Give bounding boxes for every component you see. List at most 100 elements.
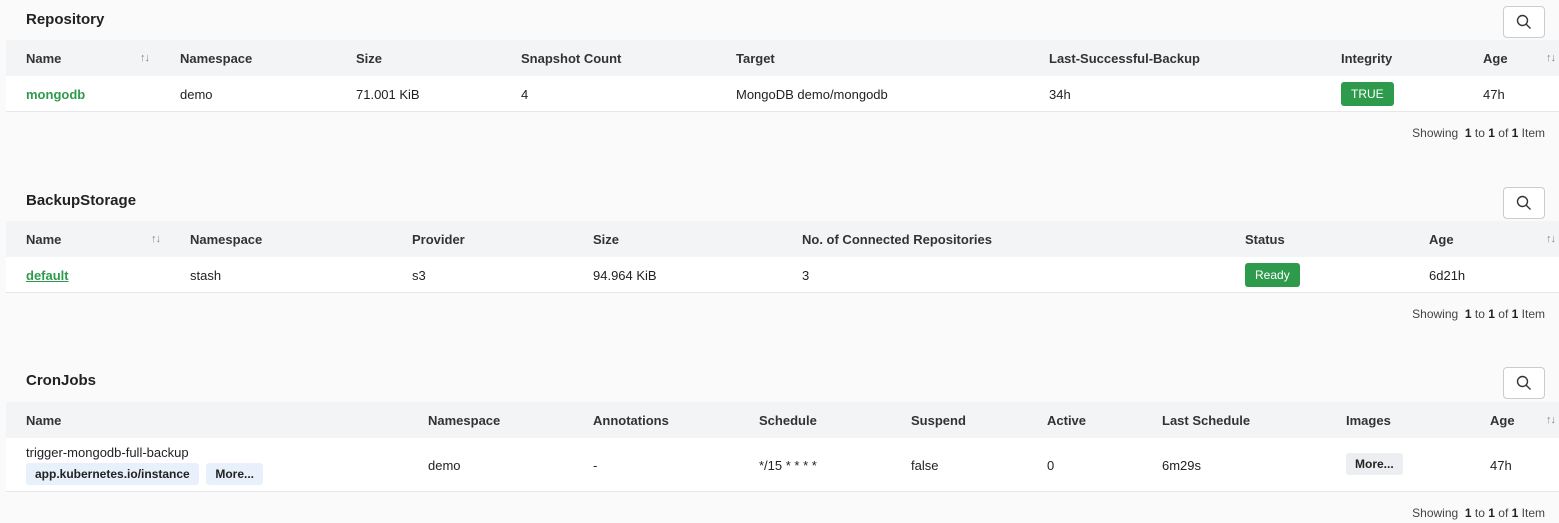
pager-from: 1 <box>1464 307 1472 321</box>
col-snapshot-count[interactable]: Snapshot Count <box>521 51 621 66</box>
pager-prefix: Showing <box>1412 506 1459 520</box>
namespace-cell: demo <box>180 87 213 102</box>
suspend-cell: false <box>911 458 939 473</box>
target-cell: MongoDB demo/mongodb <box>736 87 888 102</box>
pager-from: 1 <box>1464 126 1472 140</box>
repository-section: Repository Name ↑↓ Namespace Size Snapsh… <box>6 0 1559 140</box>
repository-title: Repository <box>26 11 105 28</box>
sort-icon[interactable]: ↑↓ <box>140 52 150 64</box>
cronjob-name[interactable]: trigger-mongodb-full-backup <box>26 445 189 460</box>
col-name[interactable]: Name <box>26 51 61 66</box>
age-cell: 47h <box>1490 458 1512 473</box>
repository-header: Repository <box>6 0 1559 40</box>
cronjobs-search-button[interactable] <box>1503 367 1545 399</box>
repository-name-link[interactable]: mongodb <box>26 87 85 102</box>
cronjobs-section: CronJobs Name Namespace Annotations Sche… <box>6 361 1559 520</box>
col-last-schedule[interactable]: Last Schedule <box>1162 413 1250 428</box>
col-last-successful-backup[interactable]: Last-Successful-Backup <box>1049 51 1200 66</box>
size-cell: 71.001 KiB <box>356 87 420 102</box>
col-name[interactable]: Name <box>26 413 61 428</box>
col-size[interactable]: Size <box>593 232 619 247</box>
col-size[interactable]: Size <box>356 51 382 66</box>
pager-total: 1 <box>1511 126 1519 140</box>
col-active[interactable]: Active <box>1047 413 1086 428</box>
pager-to: 1 <box>1488 307 1495 321</box>
sort-icon[interactable]: ↑↓ <box>151 233 161 245</box>
col-integrity[interactable]: Integrity <box>1341 51 1392 66</box>
size-cell: 94.964 KiB <box>593 268 657 283</box>
pager-of-word: of <box>1498 307 1509 321</box>
pager-from: 1 <box>1464 506 1472 520</box>
col-age[interactable]: Age <box>1429 232 1454 247</box>
pager-suffix: Item <box>1521 307 1545 321</box>
col-name[interactable]: Name <box>26 232 61 247</box>
backup-storage-pager: Showing 1 to 1 of 1 Item <box>1412 307 1545 321</box>
cronjobs-pager: Showing 1 to 1 of 1 Item <box>1412 506 1545 520</box>
col-schedule[interactable]: Schedule <box>759 413 817 428</box>
pager-suffix: Item <box>1521 126 1545 140</box>
pager-to: 1 <box>1488 126 1495 140</box>
active-cell: 0 <box>1047 458 1055 473</box>
backup-storage-title: BackupStorage <box>26 192 137 209</box>
pager-to-word: to <box>1474 307 1485 321</box>
backup-storage-section: BackupStorage Name ↑↓ Namespace Provider… <box>6 181 1559 321</box>
repository-search-button[interactable] <box>1503 6 1545 38</box>
sort-icon[interactable]: ↑↓ <box>1546 52 1556 64</box>
status-badge: Ready <box>1245 263 1300 287</box>
col-age[interactable]: Age <box>1490 413 1515 428</box>
repository-pager: Showing 1 to 1 of 1 Item <box>1412 126 1545 140</box>
pager-prefix: Showing <box>1412 307 1459 321</box>
col-annotations[interactable]: Annotations <box>593 413 669 428</box>
col-suspend[interactable]: Suspend <box>911 413 966 428</box>
pager-to: 1 <box>1488 506 1495 520</box>
pager-total: 1 <box>1511 506 1519 520</box>
pager-to-word: to <box>1474 506 1485 520</box>
col-namespace[interactable]: Namespace <box>180 51 252 66</box>
col-age[interactable]: Age <box>1483 51 1508 66</box>
cronjobs-header: CronJobs <box>6 361 1559 401</box>
backup-storage-header: BackupStorage <box>6 181 1559 221</box>
sort-icon[interactable]: ↑↓ <box>1546 233 1556 245</box>
namespace-cell: demo <box>428 458 461 473</box>
col-provider[interactable]: Provider <box>412 232 465 247</box>
schedule-cell: */15 * * * * <box>759 458 817 473</box>
table-row[interactable]: default stash s3 94.964 KiB 3 Ready 6d21… <box>6 257 1559 293</box>
provider-cell: s3 <box>412 268 426 283</box>
snapshot-count-cell: 4 <box>521 87 529 102</box>
cronjobs-table-header: Name Namespace Annotations Schedule Susp… <box>6 402 1559 438</box>
pager-prefix: Showing <box>1412 126 1459 140</box>
backup-storage-search-button[interactable] <box>1503 187 1545 219</box>
col-status[interactable]: Status <box>1245 232 1285 247</box>
pager-to-word: to <box>1474 126 1485 140</box>
repository-table-header: Name ↑↓ Namespace Size Snapshot Count Ta… <box>6 40 1559 76</box>
table-row[interactable]: trigger-mongodb-full-backup app.kubernet… <box>6 438 1559 492</box>
label-chip[interactable]: app.kubernetes.io/instance <box>26 463 199 485</box>
label-chips: app.kubernetes.io/instance More... <box>26 463 264 485</box>
last-schedule-cell: 6m29s <box>1162 458 1202 473</box>
col-target[interactable]: Target <box>736 51 775 66</box>
last-backup-cell: 34h <box>1049 87 1071 102</box>
pager-of-word: of <box>1498 126 1509 140</box>
search-icon <box>1516 14 1531 29</box>
age-cell: 6d21h <box>1429 268 1466 283</box>
col-connected-repositories[interactable]: No. of Connected Repositories <box>802 232 992 247</box>
sort-icon[interactable]: ↑↓ <box>1546 414 1556 426</box>
search-icon <box>1516 195 1531 210</box>
col-images[interactable]: Images <box>1346 413 1391 428</box>
backup-storage-table-header: Name ↑↓ Namespace Provider Size No. of C… <box>6 221 1559 257</box>
pager-total: 1 <box>1511 307 1519 321</box>
pager-of-word: of <box>1498 506 1509 520</box>
integrity-badge: TRUE <box>1341 82 1394 106</box>
cronjobs-title: CronJobs <box>26 372 97 389</box>
images-more-chip[interactable]: More... <box>1346 453 1403 475</box>
more-labels-chip[interactable]: More... <box>206 463 264 485</box>
annotations-cell: - <box>593 458 598 473</box>
search-icon <box>1516 375 1531 390</box>
pager-suffix: Item <box>1521 506 1545 520</box>
connected-repositories-cell: 3 <box>802 268 810 283</box>
namespace-cell: stash <box>190 268 222 283</box>
table-row[interactable]: mongodb demo 71.001 KiB 4 MongoDB demo/m… <box>6 76 1559 112</box>
backup-storage-name-link[interactable]: default <box>26 268 69 283</box>
col-namespace[interactable]: Namespace <box>428 413 500 428</box>
col-namespace[interactable]: Namespace <box>190 232 262 247</box>
